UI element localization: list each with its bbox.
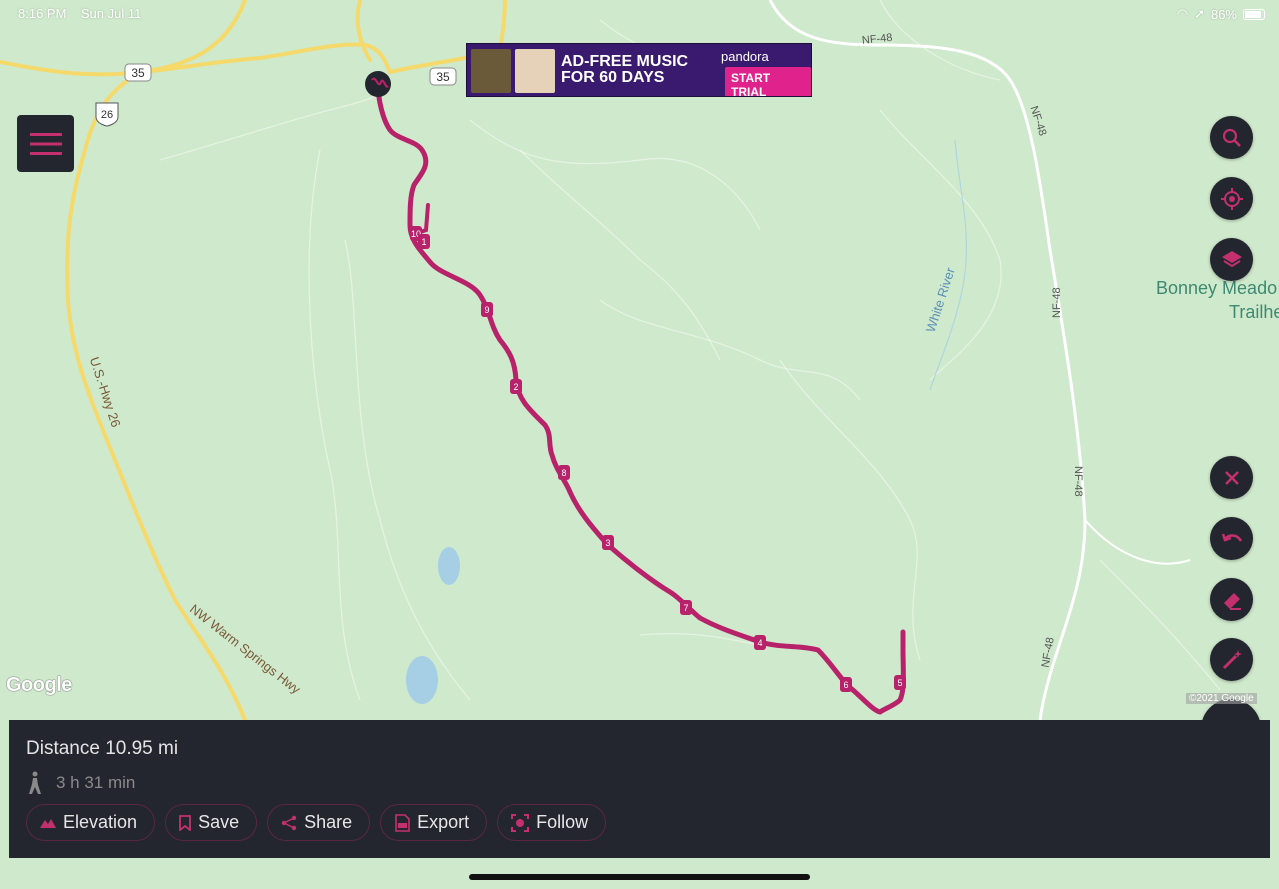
route-actions: Elevation Save Share Export Follow bbox=[26, 804, 607, 841]
place-label-bonney-meadow: Bonney Meado bbox=[1156, 278, 1277, 298]
us-26-shield-label: 26 bbox=[101, 109, 113, 121]
undo-icon bbox=[1221, 533, 1242, 542]
status-time: 8:16 PM bbox=[18, 6, 67, 21]
status-bar-time: 8:16 PM Sun Jul 11 bbox=[18, 6, 141, 21]
locate-icon bbox=[1220, 187, 1243, 210]
hiker-icon bbox=[29, 771, 41, 794]
ad-headline-2: FOR 60 DAYS bbox=[561, 69, 665, 86]
ad-headline: AD-FREE MUSIC FOR 60 DAYS bbox=[561, 54, 688, 86]
share-icon bbox=[281, 815, 297, 830]
follow-icon bbox=[511, 813, 530, 832]
ad-image-1 bbox=[471, 49, 511, 93]
duration-row: 3 h 31 min bbox=[26, 771, 135, 795]
save-label: Save bbox=[198, 812, 240, 832]
nf48-label-4: NF-48 bbox=[1072, 466, 1084, 497]
mile-marker-label: 7 bbox=[683, 603, 688, 613]
mountain-icon bbox=[40, 818, 56, 828]
locate-button[interactable] bbox=[1210, 177, 1253, 220]
google-attribution: Google bbox=[6, 674, 72, 696]
mile-marker-label: 1 bbox=[421, 237, 426, 247]
nf48-label-3: NF-48 bbox=[1051, 287, 1063, 318]
home-indicator[interactable] bbox=[469, 874, 810, 880]
export-button[interactable]: Export bbox=[380, 804, 488, 841]
save-button[interactable]: Save bbox=[165, 804, 258, 841]
status-bar-right: ◠ ➚ 86% bbox=[1177, 6, 1265, 22]
undo-button[interactable] bbox=[1210, 517, 1253, 560]
ad-brand: pandora bbox=[721, 49, 769, 64]
clear-route-button[interactable] bbox=[1210, 456, 1253, 499]
layers-icon bbox=[1221, 250, 1242, 267]
battery-percent: 86% bbox=[1210, 6, 1237, 22]
status-date: Sun Jul 11 bbox=[80, 6, 142, 21]
layers-button[interactable] bbox=[1210, 238, 1253, 281]
bookmark-icon bbox=[179, 814, 191, 831]
search-button[interactable] bbox=[1210, 116, 1253, 159]
magic-wand-button[interactable] bbox=[1210, 638, 1253, 681]
menu-button[interactable] bbox=[17, 115, 74, 172]
place-label-trailhead: Trailhe bbox=[1229, 302, 1279, 322]
mile-marker-label: 2 bbox=[513, 382, 518, 392]
duration-label: 3 h 31 min bbox=[56, 773, 136, 792]
menu-icon bbox=[29, 132, 62, 155]
elevation-label: Elevation bbox=[63, 812, 138, 832]
eraser-button[interactable] bbox=[1210, 578, 1253, 621]
mile-marker-label: 8 bbox=[561, 468, 566, 478]
ad-headline-1: AD-FREE MUSIC bbox=[561, 53, 689, 70]
battery-icon bbox=[1243, 8, 1265, 20]
mile-marker-label: 3 bbox=[605, 538, 610, 548]
route-info-panel: Distance 10.95 mi 3 h 31 min Elevation S… bbox=[9, 720, 1270, 858]
magic-wand-icon bbox=[1222, 649, 1242, 669]
mile-marker-label: 5 bbox=[897, 678, 902, 688]
ad-banner[interactable]: AD-FREE MUSIC FOR 60 DAYS pandora START … bbox=[466, 43, 812, 97]
share-button[interactable]: Share bbox=[267, 804, 371, 841]
follow-label: Follow bbox=[536, 812, 589, 832]
mile-marker-label: 9 bbox=[484, 305, 489, 315]
close-icon bbox=[1224, 470, 1239, 485]
eraser-icon bbox=[1223, 592, 1241, 610]
distance-label: Distance 10.95 mi bbox=[26, 738, 179, 759]
mile-marker-label: 6 bbox=[843, 680, 848, 690]
route-35-shield-label: 35 bbox=[131, 66, 145, 80]
export-label: Export bbox=[417, 812, 470, 832]
ad-start-trial-button[interactable]: START TRIAL bbox=[725, 67, 811, 96]
route-35-shield-label-2: 35 bbox=[436, 70, 450, 84]
ad-image-2 bbox=[515, 49, 555, 93]
location-arrow-icon: ➚ bbox=[1194, 6, 1205, 21]
search-icon bbox=[1222, 128, 1241, 147]
elevation-button[interactable]: Elevation bbox=[26, 804, 156, 841]
share-label: Share bbox=[304, 812, 353, 832]
map-copyright: ©2021 Google bbox=[1186, 693, 1257, 704]
mile-marker-label: 4 bbox=[757, 638, 762, 648]
follow-button[interactable]: Follow bbox=[497, 804, 607, 841]
export-icon bbox=[395, 813, 410, 832]
wifi-icon: ◠ bbox=[1176, 6, 1189, 21]
